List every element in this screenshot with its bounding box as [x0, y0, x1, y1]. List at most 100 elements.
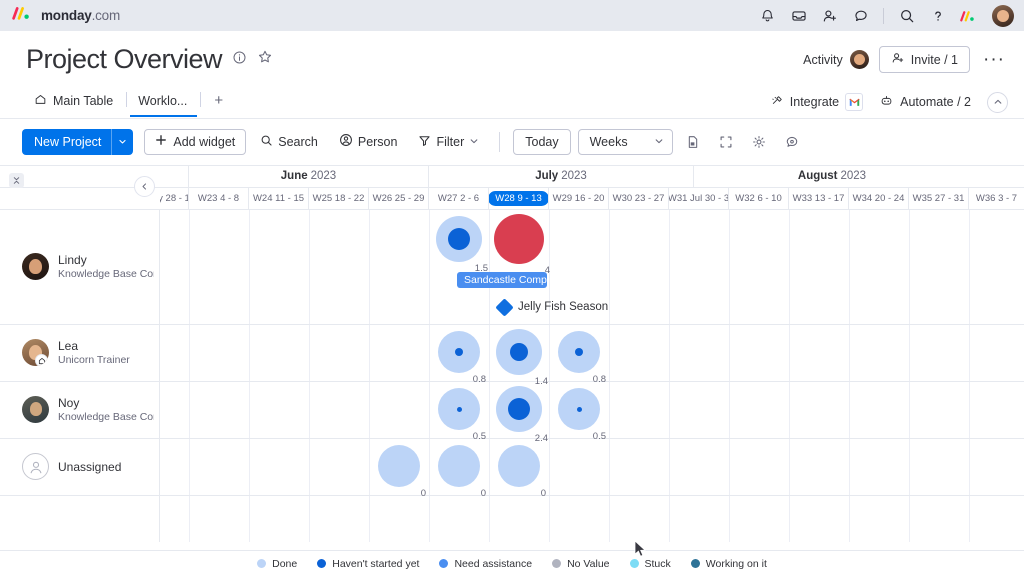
board-more-menu-button[interactable]: ···: [980, 54, 1008, 66]
legend-item-stuck[interactable]: Stuck: [630, 558, 671, 570]
workload-bubble[interactable]: 0: [498, 445, 540, 487]
star-icon[interactable]: [257, 49, 273, 70]
legend-item-working-on-it[interactable]: Working on it: [691, 558, 767, 570]
fullscreen-icon[interactable]: [713, 129, 739, 155]
zoom-level-select[interactable]: Weeks: [578, 129, 673, 155]
person-filter-button[interactable]: Person: [332, 129, 405, 155]
topbar-icon-group: [759, 5, 1014, 27]
person-role: Unicorn Trainer: [58, 354, 130, 366]
legend-item-need-assistance[interactable]: Need assistance: [439, 558, 532, 570]
workload-bubble[interactable]: 0: [438, 445, 480, 487]
legend-item-done[interactable]: Done: [257, 558, 297, 570]
collapse-rows-icon[interactable]: [9, 173, 24, 188]
scroll-timeline-left-button[interactable]: [134, 176, 155, 197]
new-project-button[interactable]: New Project: [22, 129, 133, 155]
board-header-row: Project Overview Activity: [26, 45, 1008, 75]
workload-bubble[interactable]: 0: [378, 445, 420, 487]
chevron-down-icon[interactable]: [469, 135, 479, 149]
legend-item-no-value[interactable]: No Value: [552, 558, 609, 570]
avatar: [22, 396, 49, 423]
milestone-bar[interactable]: Sandcastle Comp: [457, 272, 547, 288]
invite-member-icon[interactable]: [821, 7, 838, 24]
bubble-inner: [510, 343, 528, 361]
person-name: Unassigned: [58, 460, 121, 474]
today-button[interactable]: Today: [513, 129, 570, 155]
row-person-cell[interactable]: Lindy Knowledge Base Con...: [0, 210, 160, 324]
help-icon[interactable]: [929, 7, 946, 24]
milestone-label: Jelly Fish Season: [518, 301, 608, 313]
tab-main-table[interactable]: Main Table: [26, 88, 123, 118]
person-role: Knowledge Base Con...: [58, 268, 154, 280]
search-icon[interactable]: [898, 7, 915, 24]
week-cell[interactable]: W36 3 - 7: [969, 188, 1024, 209]
week-cell[interactable]: W26 25 - 29: [369, 188, 429, 209]
current-week-pill: W28 9 - 13: [489, 191, 549, 206]
month-cell-july: July2023: [429, 166, 694, 187]
legend-item-havent-started[interactable]: Haven't started yet: [317, 558, 419, 570]
bell-icon[interactable]: [759, 7, 776, 24]
info-icon[interactable]: [232, 50, 247, 70]
week-cell[interactable]: W33 13 - 17: [789, 188, 849, 209]
week-label: W36 3 - 7: [976, 193, 1017, 204]
user-avatar[interactable]: [992, 5, 1014, 27]
chevron-down-icon[interactable]: [111, 129, 133, 155]
workload-bubble[interactable]: 0.5: [558, 388, 600, 430]
row-timeline-cell[interactable]: 0.5 2.4 0.5: [160, 382, 1024, 438]
workload-bubble[interactable]: 0.8: [558, 331, 600, 373]
workload-bubble[interactable]: 0.5: [438, 388, 480, 430]
milestone-marker[interactable]: Jelly Fish Season: [498, 301, 608, 314]
bubble-inner: [577, 407, 582, 412]
week-cell[interactable]: W32 6 - 10: [729, 188, 789, 209]
week-cell[interactable]: W30 23 - 27: [609, 188, 669, 209]
row-timeline-cell[interactable]: 0.8 1.4 0.8: [160, 325, 1024, 381]
workload-bubble[interactable]: 2.4: [496, 386, 542, 432]
add-view-button[interactable]: +: [204, 89, 233, 116]
timeline-month-header: June2023 July2023 August2023: [0, 166, 1024, 188]
inbox-icon[interactable]: [790, 7, 807, 24]
brand-logo-group[interactable]: monday.com: [12, 6, 120, 25]
person-label: Person: [358, 135, 398, 149]
tab-workload[interactable]: Worklo...: [130, 89, 197, 117]
invite-button[interactable]: Invite / 1: [879, 46, 970, 73]
week-cell[interactable]: y 28 - 1: [160, 188, 189, 209]
avatar: [22, 253, 49, 280]
search-button[interactable]: Search: [253, 129, 325, 155]
filter-button[interactable]: Filter: [411, 129, 486, 155]
week-cell[interactable]: W34 20 - 24: [849, 188, 909, 209]
row-timeline-cell[interactable]: 0 0 0: [160, 439, 1024, 495]
export-file-icon[interactable]: [680, 129, 706, 155]
week-cell-today[interactable]: W28 9 - 13: [489, 188, 549, 209]
row-person-cell[interactable]: Unassigned: [0, 439, 160, 495]
week-cell[interactable]: W31 Jul 30 - 3: [669, 188, 729, 209]
row-timeline-cell[interactable]: 1.5 4 Sandcastle Comp Jelly Fish Season: [160, 210, 1024, 324]
workload-row: Noy Knowledge Base Con... 0.5 2.4: [0, 382, 1024, 439]
updates-feed-icon[interactable]: [852, 7, 869, 24]
row-person-cell[interactable]: Lea Unicorn Trainer: [0, 325, 160, 381]
settings-gear-icon[interactable]: [746, 129, 772, 155]
week-cell[interactable]: W29 16 - 20: [549, 188, 609, 209]
integrate-button[interactable]: Integrate: [770, 93, 863, 111]
automate-button[interactable]: Automate / 2: [879, 94, 971, 111]
chevron-down-icon[interactable]: [654, 135, 664, 149]
automate-label: Automate / 2: [900, 95, 971, 109]
gmail-icon[interactable]: [845, 93, 863, 111]
week-cell[interactable]: W24 11 - 15: [249, 188, 309, 209]
week-cell[interactable]: W23 4 - 8: [189, 188, 249, 209]
comment-icon[interactable]: [779, 129, 805, 155]
workload-bubble[interactable]: 1.4: [496, 329, 542, 375]
week-cell[interactable]: W25 18 - 22: [309, 188, 369, 209]
workload-bubble-overloaded[interactable]: 4: [494, 214, 544, 264]
row-person-cell[interactable]: Noy Knowledge Base Con...: [0, 382, 160, 438]
add-widget-button[interactable]: Add widget: [144, 129, 246, 155]
monday-product-switch-icon[interactable]: [960, 7, 978, 25]
activity-button[interactable]: Activity: [803, 50, 869, 69]
collapse-header-button[interactable]: [987, 92, 1008, 113]
week-cell[interactable]: W35 27 - 31: [909, 188, 969, 209]
week-label: W23 4 - 8: [198, 193, 239, 204]
legend-dot: [257, 559, 266, 568]
week-label: W32 6 - 10: [735, 193, 781, 204]
workload-bubble[interactable]: 1.5: [436, 216, 482, 262]
workload-empty-row: [0, 496, 1024, 542]
week-cell[interactable]: W27 2 - 6: [429, 188, 489, 209]
workload-bubble[interactable]: 0.8: [438, 331, 480, 373]
